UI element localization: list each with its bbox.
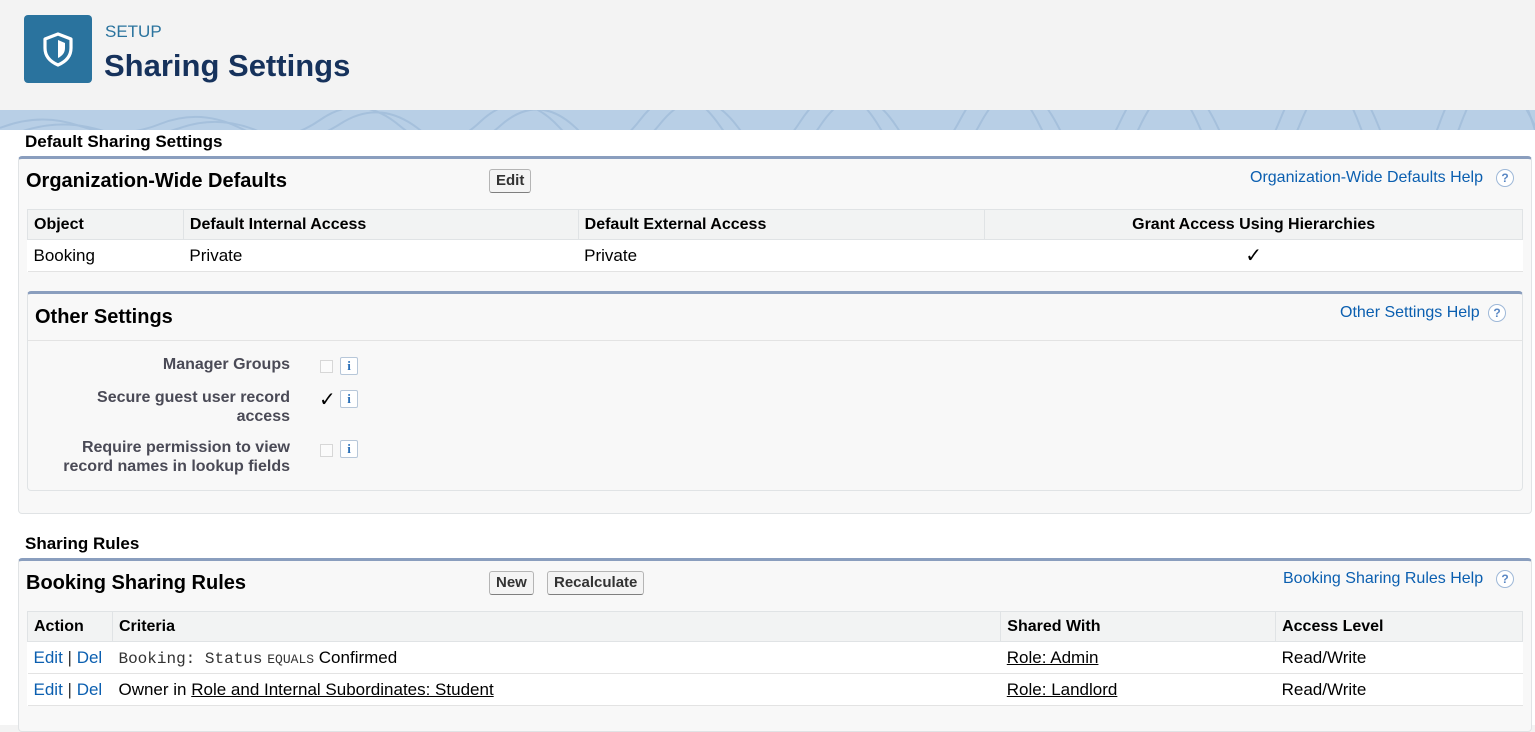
help-icon[interactable]: ? [1496, 169, 1514, 187]
owd-help-link[interactable]: Organization-Wide Defaults Help [1250, 169, 1483, 187]
table-header-row: Object Default Internal Access Default E… [27, 209, 1523, 240]
section-heading-sharing-rules: Sharing Rules [25, 534, 140, 553]
cell-object: Booking [27, 239, 184, 272]
checkmark-icon: ✓ [319, 389, 336, 411]
action-cell: Edit | Del [27, 673, 113, 706]
recalculate-button[interactable]: Recalculate [547, 571, 645, 595]
booking-sharing-rules-help-link[interactable]: Booking Sharing Rules Help [1283, 570, 1483, 588]
main-content: Default Sharing Settings Organization-Wi… [0, 130, 1535, 732]
info-icon[interactable]: i [340, 440, 358, 458]
setting-label-require-permission: Require permission to view record names … [63, 439, 290, 475]
other-settings-title: Other Settings [35, 306, 173, 328]
require-permission-checkbox [320, 444, 333, 457]
edit-rule-link[interactable]: Edit [34, 648, 63, 667]
shield-icon [24, 15, 92, 83]
shared-with-link[interactable]: Role: Admin [1007, 648, 1099, 667]
criteria-operator: EQUALS [267, 651, 315, 667]
setting-label-manager-groups: Manager Groups [162, 356, 290, 373]
new-rule-button[interactable]: New [489, 571, 534, 595]
booking-rules-table: Action Criteria Shared With Access Level… [27, 611, 1523, 706]
owd-edit-button[interactable]: Edit [489, 169, 532, 193]
page-title: Sharing Settings [104, 48, 351, 83]
booking-sharing-rules-title: Booking Sharing Rules [26, 572, 247, 594]
table-header-row: Action Criteria Shared With Access Level [27, 611, 1523, 642]
action-separator: | [67, 679, 72, 699]
access-level-cell: Read/Write [1275, 673, 1523, 706]
criteria-prefix: Owner in [118, 679, 187, 699]
table-row: Edit | Del Booking: Status EQUALS Confir… [27, 641, 1523, 674]
owd-table: Object Default Internal Access Default E… [27, 209, 1523, 272]
criteria-field: Booking: Status [118, 649, 263, 668]
other-settings-help-link[interactable]: Other Settings Help [1340, 304, 1480, 322]
breadcrumb[interactable]: SETUP [105, 22, 162, 42]
info-icon[interactable]: i [340, 390, 358, 408]
action-cell: Edit | Del [27, 641, 113, 674]
checkmark-icon: ✓ [984, 239, 1523, 272]
default-sharing-block: Organization-Wide Defaults Edit Organiza… [18, 156, 1532, 514]
criteria-cell: Booking: Status EQUALS Confirmed [112, 641, 1001, 674]
column-header-external: Default External Access [577, 209, 986, 240]
other-settings-block: Other Settings Other Settings Help ? Man… [27, 291, 1523, 491]
delete-rule-link[interactable]: Del [77, 680, 103, 699]
action-separator: | [67, 647, 72, 667]
column-header-action: Action [27, 611, 113, 642]
column-header-criteria: Criteria [111, 611, 1002, 642]
booking-sharing-rules-block: Booking Sharing Rules New Recalculate Bo… [18, 558, 1532, 732]
column-header-shared-with: Shared With [1000, 611, 1277, 642]
header-pattern [0, 110, 1535, 132]
manager-groups-checkbox [320, 360, 333, 373]
column-header-internal: Default Internal Access [182, 209, 579, 240]
access-level-cell: Read/Write [1275, 641, 1523, 674]
table-row: Booking Private Private ✓ [27, 239, 1523, 272]
column-header-hierarchies: Grant Access Using Hierarchies [984, 209, 1523, 240]
criteria-cell: Owner in Role and Internal Subordinates:… [112, 673, 1001, 706]
criteria-role-link[interactable]: Role and Internal Subordinates: Student [191, 680, 493, 699]
divider [28, 340, 1522, 341]
cell-external-access: Private [578, 239, 985, 272]
shared-with-link[interactable]: Role: Landlord [1007, 680, 1118, 699]
delete-rule-link[interactable]: Del [77, 648, 103, 667]
setting-label-secure-guest: Secure guest user record access [97, 389, 290, 425]
help-icon[interactable]: ? [1496, 570, 1514, 588]
column-header-object: Object [27, 209, 184, 240]
column-header-access-level: Access Level [1275, 611, 1523, 642]
shared-with-cell: Role: Landlord [1000, 673, 1276, 706]
table-row: Edit | Del Owner in Role and Internal Su… [27, 673, 1523, 706]
shared-with-cell: Role: Admin [1000, 641, 1276, 674]
info-icon[interactable]: i [340, 357, 358, 375]
page-header: SETUP Sharing Settings [0, 0, 1535, 110]
edit-rule-link[interactable]: Edit [34, 680, 63, 699]
cell-internal-access: Private [183, 239, 579, 272]
help-icon[interactable]: ? [1488, 304, 1506, 322]
section-heading-default-sharing: Default Sharing Settings [25, 132, 223, 151]
owd-title: Organization-Wide Defaults [26, 170, 287, 192]
criteria-value: Confirmed [318, 647, 398, 667]
